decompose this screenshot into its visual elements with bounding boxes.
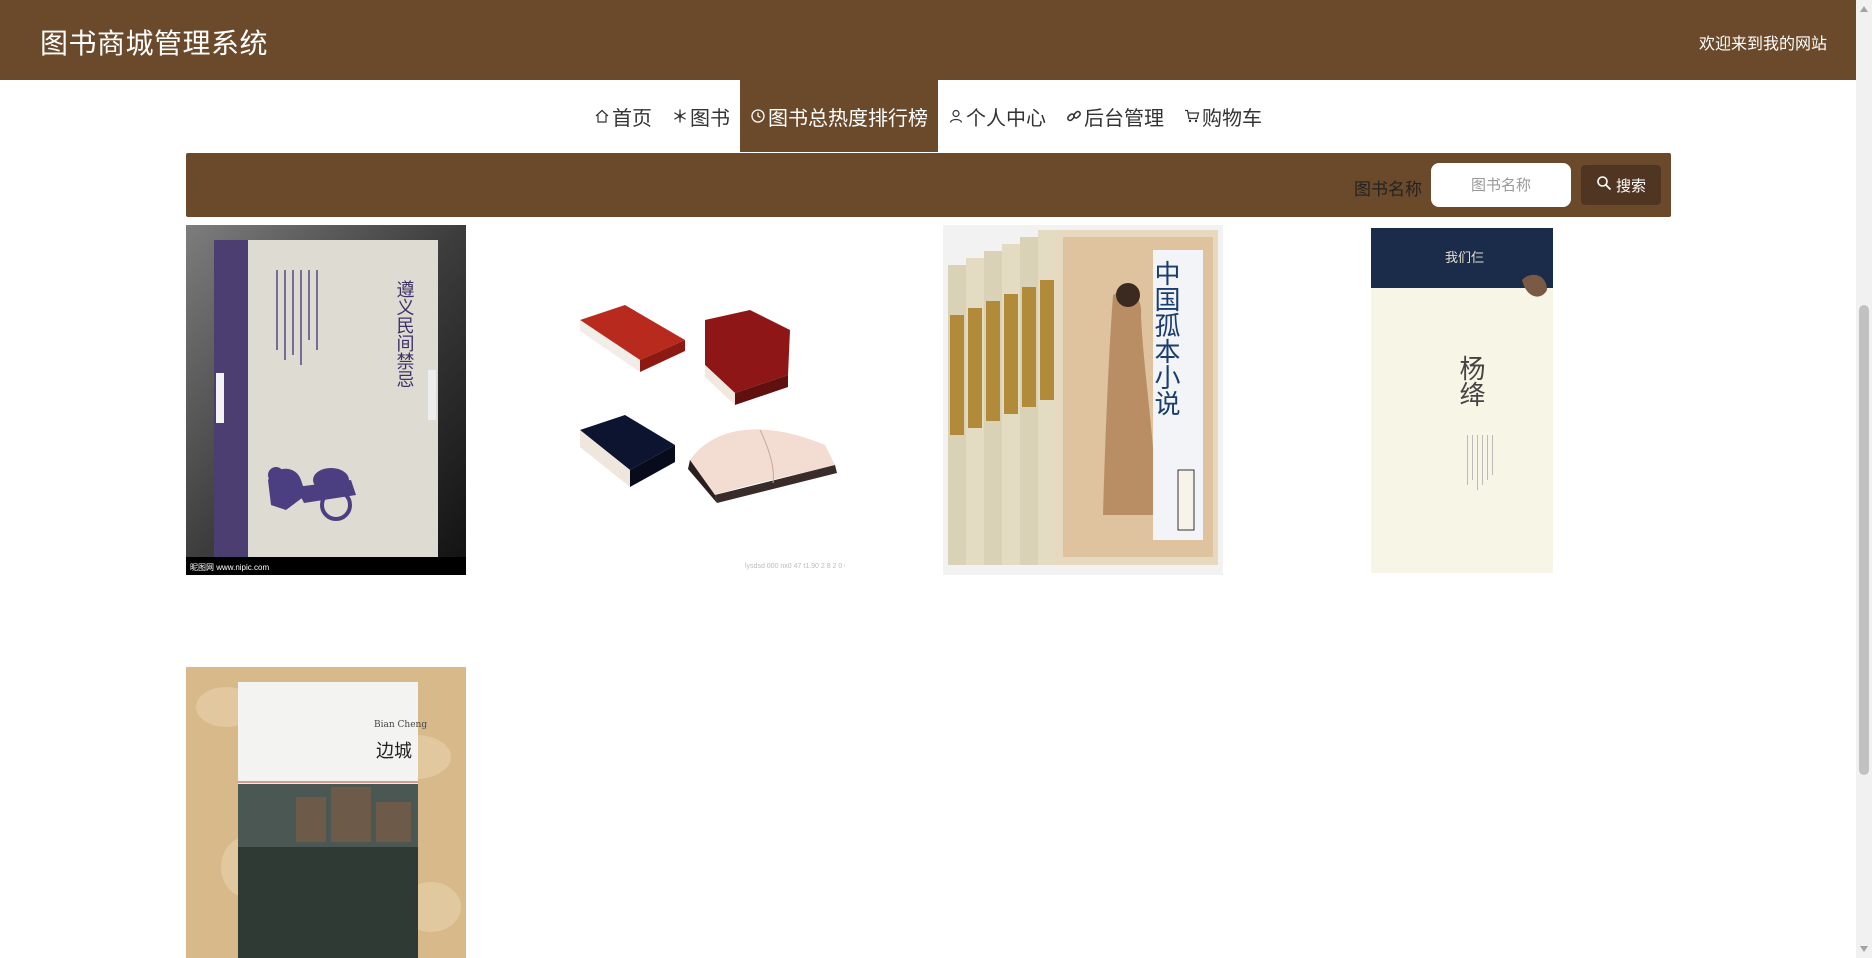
- scroll-thumb[interactable]: [1859, 305, 1869, 775]
- nav-label: 图书: [690, 107, 730, 130]
- book-top-label: 我们仨: [1445, 251, 1484, 266]
- search-label: 图书名称: [1354, 180, 1422, 199]
- search-bar: 图书名称 搜索: [186, 153, 1671, 217]
- nav-item-books[interactable]: 图书: [662, 80, 740, 152]
- svg-text:lysdsd 000 nx0 47 t1.90 2 8 2: lysdsd 000 nx0 47 t1.90 2 8 2 0 0 3 7: [745, 563, 845, 570]
- book-cover-title: 中国孤本小说: [1150, 260, 1180, 416]
- book-cover-image: lysdsd 000 nx0 47 t1.90 2 8 2 0 0 3 7: [565, 225, 845, 575]
- book-watermark: 昵图网 www.nipic.com: [190, 563, 269, 572]
- home-icon: [594, 108, 610, 124]
- clock-icon: [750, 108, 766, 124]
- search-icon: [1596, 175, 1616, 195]
- nav-label: 个人中心: [966, 107, 1046, 130]
- nav-label: 首页: [612, 107, 652, 130]
- search-button-label: 搜索: [1615, 177, 1646, 195]
- welcome-text: 欢迎来到我的网站: [1698, 36, 1827, 53]
- nav-item-home[interactable]: 首页: [584, 80, 662, 152]
- site-title: 图书商城管理系统: [40, 28, 269, 59]
- user-icon: [948, 108, 964, 124]
- book-cover-title: 边城: [376, 741, 412, 762]
- book-cover-title: 杨绛: [1455, 355, 1485, 407]
- snowflake-icon: [672, 108, 688, 124]
- nav-label: 图书总热度排行榜: [768, 107, 928, 130]
- book-cover-image: Bian Cheng 边城: [186, 667, 466, 958]
- link-icon: [1066, 108, 1082, 124]
- top-header: 图书商城管理系统 欢迎来到我的网站: [0, 0, 1856, 80]
- book-top-label: Bian Cheng: [374, 720, 427, 730]
- book-cover-2[interactable]: lysdsd 000 nx0 47 t1.90 2 8 2 0 0 3 7: [565, 225, 845, 575]
- book-cover-title: 遵义民间禁忌: [394, 280, 415, 388]
- book-cover-image: 遵义民间禁忌 昵图网 www.nipic.com: [186, 225, 466, 575]
- nav-item-admin[interactable]: 后台管理: [1056, 80, 1174, 152]
- nav-item-ranking[interactable]: 图书总热度排行榜: [740, 80, 938, 152]
- scroll-up-arrow-icon[interactable]: [1860, 6, 1868, 12]
- main-nav: 首页 图书 图书总热度排行榜 个人中心 后台管理 购物车: [0, 80, 1856, 152]
- search-input[interactable]: [1431, 163, 1571, 207]
- page-scrollbar[interactable]: [1856, 0, 1872, 958]
- book-cover-4[interactable]: 我们仨 杨绛: [1322, 225, 1602, 575]
- nav-item-cart[interactable]: 购物车: [1174, 80, 1272, 152]
- book-cover-3[interactable]: 中国孤本小说: [943, 225, 1223, 575]
- nav-label: 购物车: [1202, 107, 1262, 130]
- book-cover-5[interactable]: Bian Cheng 边城: [186, 667, 466, 958]
- book-cover-image: 我们仨 杨绛: [1322, 225, 1602, 575]
- cart-icon: [1184, 108, 1200, 124]
- nav-item-profile[interactable]: 个人中心: [938, 80, 1056, 152]
- book-cover-1[interactable]: 遵义民间禁忌 昵图网 www.nipic.com: [186, 225, 466, 575]
- book-cover-image: 中国孤本小说: [943, 225, 1223, 575]
- search-button[interactable]: 搜索: [1581, 165, 1661, 205]
- nav-label: 后台管理: [1084, 107, 1164, 130]
- scroll-down-arrow-icon[interactable]: [1860, 946, 1868, 952]
